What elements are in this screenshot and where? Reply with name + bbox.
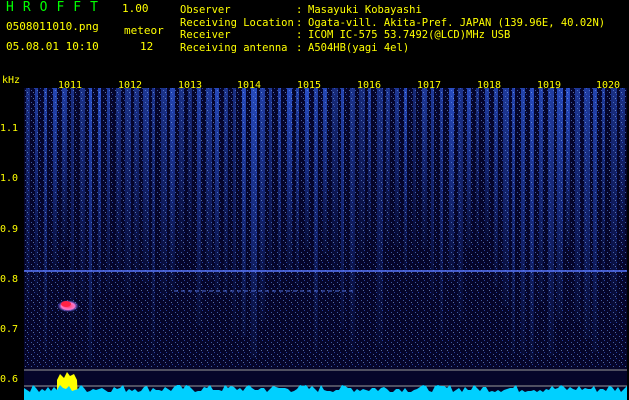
filename-label: 0508011010.png — [6, 20, 99, 33]
meteor-echo-core — [61, 301, 71, 307]
app-title: HROFFT — [6, 0, 107, 15]
y-tick-label: 0.7 — [0, 324, 19, 335]
datetime-label: 05.08.01 10:10 — [6, 40, 99, 53]
info-separator: : — [296, 4, 303, 16]
spectrogram — [24, 88, 627, 400]
info-row-location: Receiving Location: Ogata-vill. Akita-Pre… — [180, 17, 605, 30]
info-key: Receiving antenna — [180, 41, 288, 54]
info-key: Receiving Location — [180, 16, 294, 29]
y-tick-label: 0.9 — [0, 224, 19, 235]
info-row-antenna: Receiving antenna: A504HB(yagi 4el) — [180, 42, 605, 55]
info-key: Receiver — [180, 29, 231, 41]
noise-speckle — [24, 88, 627, 368]
info-separator: : — [296, 29, 303, 41]
info-separator: : — [296, 41, 303, 54]
y-tick-label: 1.0 — [0, 173, 19, 184]
station-info: Observer: Masayuki Kobayashi Receiving Lo… — [180, 4, 605, 54]
y-tick-label: 0.8 — [0, 274, 19, 285]
info-separator: : — [296, 16, 303, 29]
header-panel: HROFFT 1.00 0508011010.png 05.08.01 10:1… — [0, 0, 629, 74]
info-value: A504HB(yagi 4el) — [308, 41, 410, 54]
info-row-receiver: Receiver: ICOM IC-575 53.7492(@LCD)MHz US… — [180, 29, 605, 42]
info-value: Ogata-vill. Akita-Pref. JAPAN (139.96E, … — [308, 16, 606, 29]
info-value: Masayuki Kobayashi — [308, 4, 422, 16]
meteor-label: meteor — [124, 24, 164, 37]
app-version: 1.00 — [122, 2, 149, 15]
frequency-unit-label: kHz — [2, 75, 21, 86]
info-value: ICOM IC-575 53.7492(@LCD)MHz USB — [308, 29, 511, 41]
y-tick-label: 0.6 — [0, 374, 19, 385]
meteor-count: 12 — [140, 40, 154, 53]
y-tick-label: 1.1 — [0, 123, 19, 134]
info-row-observer: Observer: Masayuki Kobayashi — [180, 4, 605, 17]
info-key: Observer — [180, 4, 231, 16]
